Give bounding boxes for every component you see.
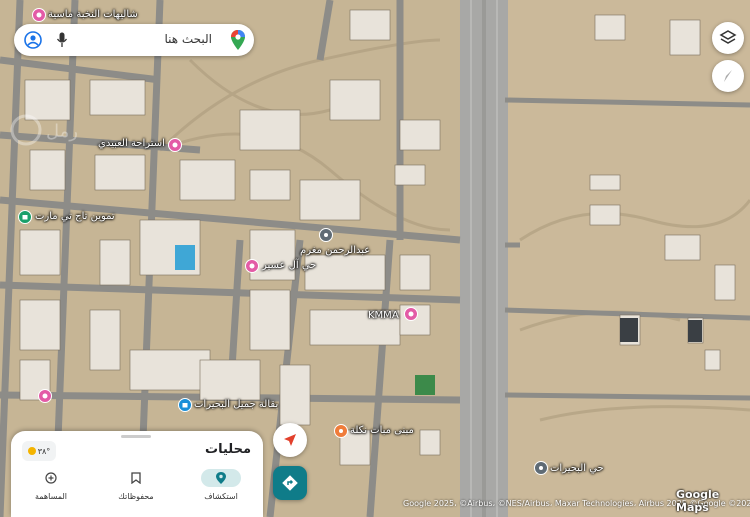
- tab-saved-label: محفوظاتك: [118, 492, 154, 501]
- poi-label-buhayrat[interactable]: حي البحيرات: [550, 463, 604, 475]
- maps-pin-icon: [231, 30, 245, 54]
- poi-label-kmma[interactable]: KMMA: [368, 310, 399, 322]
- weather-temp: ٣٨°: [37, 446, 51, 456]
- directions-button[interactable]: [273, 466, 307, 500]
- pin-left-mid[interactable]: [38, 389, 52, 403]
- search-input[interactable]: البحث هنا: [164, 32, 212, 46]
- pin-tm-mart[interactable]: [18, 210, 32, 224]
- directions-icon: [282, 475, 298, 491]
- compass-icon: [724, 70, 732, 82]
- navigate-arrow-icon: [284, 434, 296, 446]
- tab-contribute[interactable]: المساهمة: [21, 467, 81, 513]
- google-maps-logo: Google Maps: [676, 488, 720, 514]
- pin-jameel-abqari[interactable]: [178, 398, 192, 412]
- weather-chip[interactable]: ٣٨°: [22, 441, 56, 461]
- profile-icon[interactable]: [24, 31, 42, 53]
- layers-icon: [719, 30, 737, 44]
- tab-saved[interactable]: محفوظاتك: [106, 467, 166, 513]
- layers-button[interactable]: [712, 22, 744, 54]
- pin-abdulrahman[interactable]: [319, 228, 333, 242]
- explore-pin-icon: [216, 472, 226, 484]
- tab-explore-label: استكشاف: [204, 492, 238, 501]
- tab-contribute-label: المساهمة: [35, 492, 67, 501]
- search-bar[interactable]: البحث هنا: [14, 24, 254, 56]
- directions-share-button[interactable]: [273, 423, 307, 457]
- sheet-title: محليات: [205, 442, 251, 457]
- pin-hay-aseer[interactable]: [245, 259, 259, 273]
- compass-button[interactable]: [712, 60, 744, 92]
- bottom-sheet[interactable]: محليات ٣٨° استكشاف محفوظاتك المساهمة: [11, 431, 263, 517]
- poi-label-hay-aseer[interactable]: حي آل عسير: [262, 260, 316, 272]
- sun-icon: [27, 447, 36, 455]
- poi-label-top-left[interactable]: شاليهات النخبة ماسية: [48, 9, 138, 21]
- poi-label-tm-mart[interactable]: تموين تاج تي مارت: [35, 211, 115, 223]
- tab-explore[interactable]: استكشاف: [191, 467, 251, 513]
- pin-buhayrat[interactable]: [534, 461, 548, 475]
- poi-label-mabat[interactable]: مبنى مبات نكلة: [350, 425, 414, 437]
- watermark-text: رمل: [46, 121, 78, 142]
- mic-icon[interactable]: [56, 32, 68, 52]
- bookmark-icon: [131, 472, 141, 484]
- sheet-handle[interactable]: [121, 435, 151, 438]
- watermark-logo: رمل: [8, 110, 118, 150]
- poi-label-abdulrahman[interactable]: عبدالرحمن مغرم: [300, 245, 370, 257]
- add-circle-icon: [45, 472, 57, 484]
- pin-mabat[interactable]: [334, 424, 348, 438]
- pin-kmma[interactable]: [404, 307, 418, 321]
- pin-istiraha[interactable]: [168, 138, 182, 152]
- pin-top-left[interactable]: [32, 8, 46, 22]
- poi-label-jameel-abqari[interactable]: بقالة جميل البحيرات: [194, 399, 278, 411]
